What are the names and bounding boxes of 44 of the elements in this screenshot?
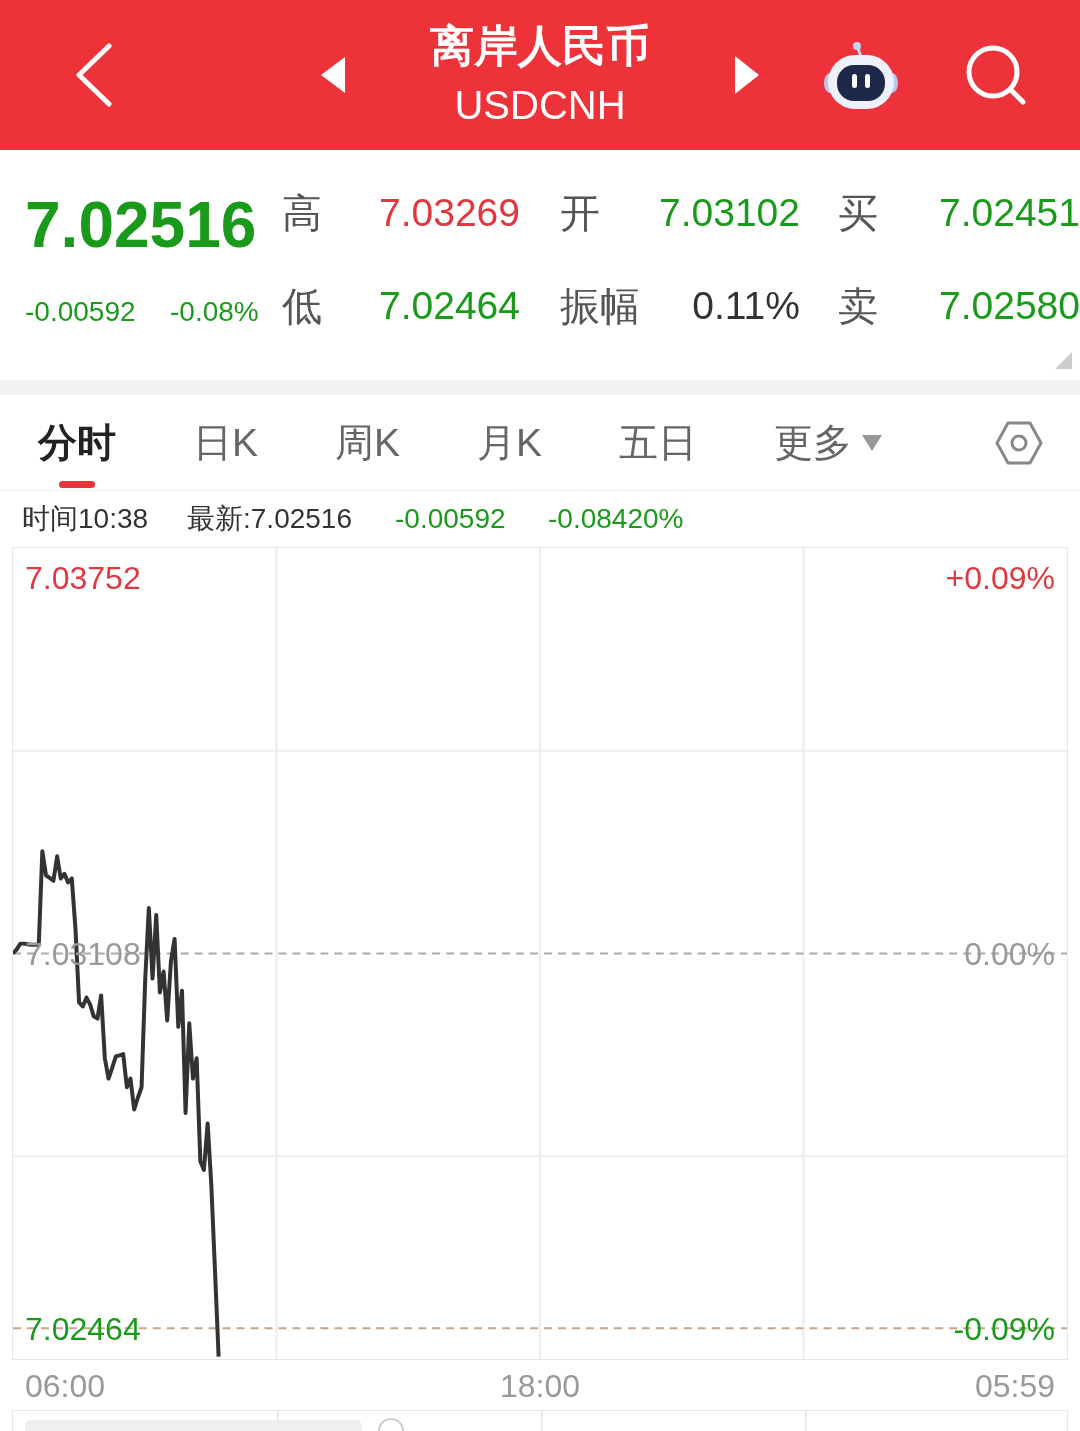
caret-down-icon: [862, 434, 883, 451]
price-axis-label: 7.02464: [25, 1310, 141, 1350]
chart-tab[interactable]: 日K: [193, 395, 258, 490]
price-change: -0.00592: [25, 295, 137, 329]
chart-tab[interactable]: 五日: [619, 395, 698, 490]
stat-label: 开: [560, 191, 600, 235]
change-readout: -0.00592: [395, 502, 507, 536]
percent-axis-label: 0.00%: [964, 934, 1055, 974]
percent-change: -0.08%: [170, 295, 259, 329]
time-axis-label: 06:00: [25, 1367, 106, 1406]
latest-price-readout: 最新:7.02516: [187, 502, 353, 536]
stat-value: 0.11%: [692, 283, 800, 329]
stat-value: 7.03269: [379, 190, 520, 236]
price-axis-label: 7.03752: [25, 558, 141, 598]
stat-label: 卖: [838, 284, 878, 328]
percent-axis-label: -0.09%: [953, 1310, 1055, 1350]
instrument-code: USDCNH: [454, 82, 626, 129]
more-tab[interactable]: 更多: [774, 395, 883, 490]
stat-label: 低: [282, 284, 322, 328]
caret-right-icon: [735, 56, 759, 94]
stat-value: 7.02580: [939, 283, 1080, 329]
chevron-left-icon: [75, 43, 113, 107]
percent-axis-label: +0.09%: [945, 558, 1055, 598]
last-price: 7.02516: [25, 189, 257, 261]
stat-label: 买: [838, 191, 878, 235]
tab-indicator: [59, 481, 95, 488]
stat-value: 7.02464: [379, 283, 520, 329]
chart-tab[interactable]: 周K: [335, 395, 401, 490]
search-button[interactable]: [964, 43, 1028, 107]
percent-readout: -0.08420%: [548, 502, 684, 536]
stat-value: 7.03102: [659, 190, 800, 236]
time-axis-label: 18:00: [499, 1367, 581, 1406]
chart-tab[interactable]: 分时: [38, 395, 116, 490]
chart-tab[interactable]: 月K: [477, 395, 543, 490]
search-icon: [965, 44, 1027, 106]
stat-label: 高: [282, 191, 322, 235]
stat-label: 振幅: [560, 284, 640, 328]
instrument-name: 离岸人民币: [430, 20, 650, 72]
stat-value: 7.02451: [939, 190, 1080, 236]
assistant-button[interactable]: [824, 41, 898, 109]
robot-icon: [824, 41, 898, 109]
time-readout: 时间10:38: [22, 502, 150, 536]
time-axis-label: 05:59: [974, 1367, 1055, 1406]
caret-left-icon: [321, 57, 345, 93]
